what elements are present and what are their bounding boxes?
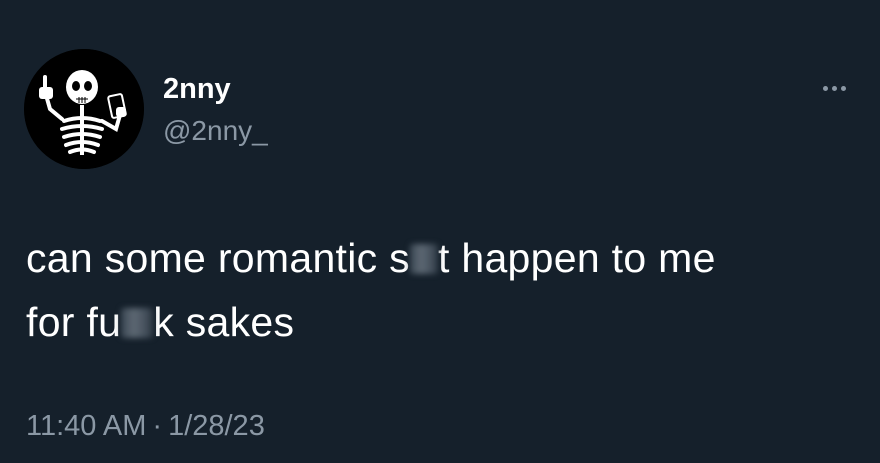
tweet-date[interactable]: 1/28/23 xyxy=(168,410,265,442)
tweet-text: can some romantic st happen to me for fu… xyxy=(26,226,866,354)
meta-separator: · xyxy=(152,410,163,442)
skeleton-avatar-icon xyxy=(24,49,144,169)
tweet-timestamp[interactable]: 11:40 AM · 1/28/23 xyxy=(26,406,265,446)
display-name[interactable]: 2nny xyxy=(163,72,231,106)
more-options-icon[interactable] xyxy=(812,76,856,100)
tweet-time[interactable]: 11:40 AM xyxy=(26,410,146,442)
tweet-line-1: can some romantic st happen to me xyxy=(26,235,716,281)
censored-blur xyxy=(409,244,438,274)
tweet-line-2: for fu k sakes xyxy=(26,299,295,345)
handle[interactable]: @2nny_ xyxy=(163,114,268,148)
avatar[interactable] xyxy=(24,49,144,169)
censored-blur xyxy=(121,308,154,338)
